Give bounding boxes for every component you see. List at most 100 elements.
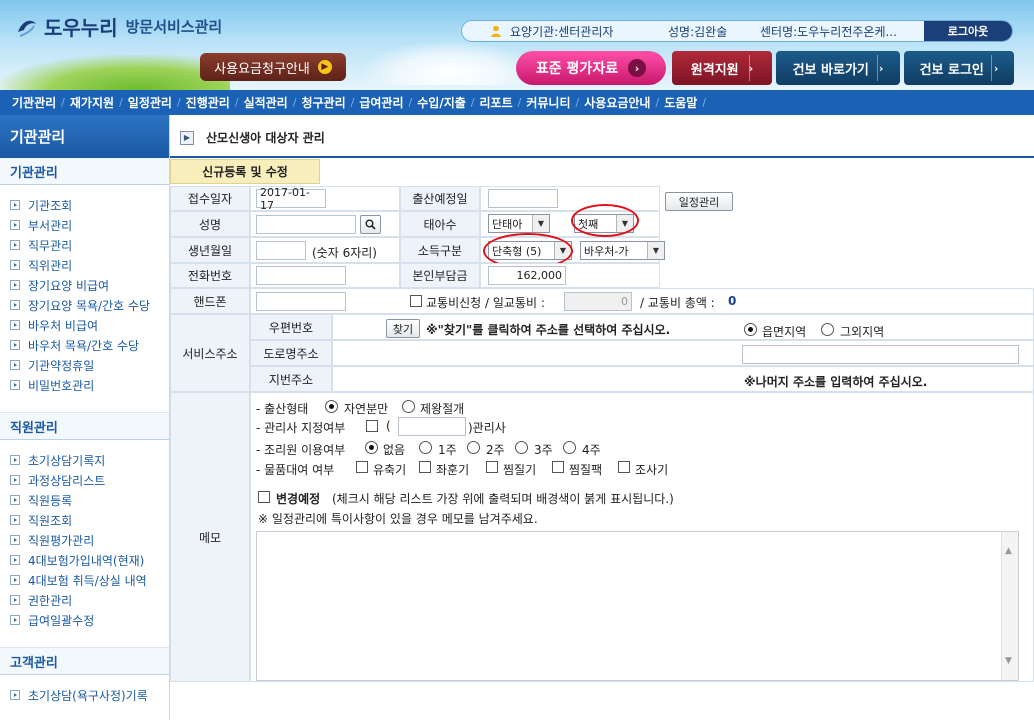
rental-sitzbath-checkbox[interactable] bbox=[419, 461, 431, 473]
nav-item-performance[interactable]: 실적관리 bbox=[244, 94, 288, 111]
bullet-arrow-icon bbox=[10, 200, 20, 210]
sidebar-item[interactable]: 바우처 비급여 bbox=[0, 315, 169, 335]
nav-item-schedule[interactable]: 일정관리 bbox=[128, 94, 172, 111]
sidebar-item[interactable]: 기관약정휴일 bbox=[0, 355, 169, 375]
rental-irradiator-checkbox[interactable] bbox=[618, 461, 630, 473]
bullet-arrow-icon bbox=[10, 380, 20, 390]
change-scheduled-hint: (체크시 해당 리스트 가장 위에 출력되며 배경색이 붉게 표시됩니다.) bbox=[332, 492, 674, 506]
income-class-label: 소득구분 bbox=[400, 237, 480, 263]
nav-item-payroll[interactable]: 급여관리 bbox=[359, 94, 403, 111]
mobile-input[interactable] bbox=[256, 292, 346, 311]
find-address-button[interactable]: 찾기 bbox=[386, 319, 420, 338]
sidebar-item[interactable]: 4대보험 취득/상실 내역 bbox=[0, 570, 169, 590]
sidebar-item[interactable]: 바우처 목욕/간호 수당 bbox=[0, 335, 169, 355]
change-scheduled-checkbox[interactable] bbox=[258, 491, 270, 503]
birth-csection-radio[interactable] bbox=[402, 400, 415, 413]
tab-register-edit[interactable]: 신규등록 및 수정 bbox=[170, 159, 320, 184]
logo[interactable]: 도우누리 방문서비스관리 bbox=[14, 12, 222, 41]
nav-item-fee-guide[interactable]: 사용요금안내 bbox=[584, 94, 650, 111]
receipt-date-input[interactable]: 2017-01-17 bbox=[256, 186, 326, 212]
fee-guide-button[interactable]: 사용요금청구안내 ▶ bbox=[200, 53, 346, 81]
birth-natural-label: 자연분만 bbox=[344, 402, 389, 416]
fetus-type-select[interactable]: 단태아 ▼ bbox=[488, 214, 550, 233]
user-name: 성명:김완술 bbox=[668, 24, 728, 39]
nav-item-billing[interactable]: 청구관리 bbox=[301, 94, 345, 111]
sidebar-section-header[interactable]: 고객관리 bbox=[0, 648, 169, 675]
chevron-down-icon: ▼ bbox=[532, 215, 549, 232]
birth-order-select[interactable]: 첫째 ▼ bbox=[574, 214, 634, 233]
sidebar-item[interactable]: 직원조회 bbox=[0, 510, 169, 530]
nhis-login-button[interactable]: 건보 로그인 › bbox=[904, 51, 1014, 85]
sidebar-item[interactable]: 장기요양 목욕/간호 수당 bbox=[0, 295, 169, 315]
detail-address-input[interactable] bbox=[742, 345, 1019, 364]
standard-evaluation-button[interactable]: 표준 평가자료 › bbox=[516, 51, 666, 85]
transport-checkbox[interactable] bbox=[410, 295, 422, 307]
sidebar-item[interactable]: 권한관리 bbox=[0, 590, 169, 610]
due-date-label: 출산예정일 bbox=[400, 186, 480, 211]
sidebar-section-header[interactable]: 직원관리 bbox=[0, 413, 169, 440]
memo-textarea[interactable]: ▲ ▼ bbox=[256, 531, 1019, 681]
rental-heater-checkbox[interactable] bbox=[486, 461, 498, 473]
scroll-up-icon: ▲ bbox=[1005, 546, 1012, 556]
sidebar-item[interactable]: 부서관리 bbox=[0, 215, 169, 235]
due-date-input[interactable] bbox=[488, 189, 558, 208]
nav-item-community[interactable]: 커뮤니티 bbox=[526, 94, 570, 111]
nav-item-home-support[interactable]: 재가지원 bbox=[70, 94, 114, 111]
sidebar-item[interactable]: 초기상담기록지 bbox=[0, 450, 169, 470]
sidebar-item[interactable]: 기관조회 bbox=[0, 195, 169, 215]
chevron-down-icon: ▼ bbox=[616, 215, 633, 232]
name-input[interactable] bbox=[256, 215, 356, 234]
region-town-radio[interactable] bbox=[744, 323, 757, 336]
bullet-arrow-icon bbox=[10, 535, 20, 545]
sidebar-item[interactable]: 4대보험가입내역(현재) bbox=[0, 550, 169, 570]
nhis-shortcut-button[interactable]: 건보 바로가기 › bbox=[776, 51, 900, 85]
nav-item-institution[interactable]: 기관관리 bbox=[12, 94, 56, 111]
search-button[interactable] bbox=[360, 215, 381, 234]
sidebar-item[interactable]: 과정상담리스트 bbox=[0, 470, 169, 490]
memo-scrollbar[interactable]: ▲ ▼ bbox=[1001, 532, 1018, 680]
sidebar-item[interactable]: 초기상담(욕구사정)기록 bbox=[0, 685, 169, 705]
manager-name-input[interactable] bbox=[398, 417, 466, 436]
birthdate-input[interactable] bbox=[256, 241, 306, 260]
name-label: 성명 bbox=[170, 211, 250, 237]
phone-input[interactable] bbox=[256, 266, 346, 285]
copay-input[interactable]: 162,000 bbox=[488, 266, 566, 285]
nav-item-help[interactable]: 도움말 bbox=[664, 94, 697, 111]
logout-button[interactable]: 로그아웃 bbox=[924, 21, 1012, 41]
income-type-select[interactable]: 단축형 (5) ▼ bbox=[488, 241, 572, 260]
sidebar-item[interactable]: 장기요양 비급여 bbox=[0, 275, 169, 295]
nav-item-income-expense[interactable]: 수입/지출 bbox=[417, 94, 466, 111]
nav-item-progress[interactable]: 진행관리 bbox=[186, 94, 230, 111]
remote-support-button[interactable]: 원격지원 › bbox=[672, 51, 772, 85]
rental-heatpack-checkbox[interactable] bbox=[552, 461, 564, 473]
sidebar-section-header[interactable]: 기관관리 bbox=[0, 158, 169, 185]
voucher-type-select[interactable]: 바우처-가 ▼ bbox=[580, 241, 665, 260]
care-3week-radio[interactable] bbox=[515, 441, 528, 454]
nhis-login-label: 건보 로그인 bbox=[919, 62, 984, 78]
care-none-radio[interactable] bbox=[365, 441, 378, 454]
sidebar-item[interactable]: 직무관리 bbox=[0, 235, 169, 255]
service-address-label: 서비스주소 bbox=[170, 314, 250, 392]
rental-pump-checkbox[interactable] bbox=[356, 461, 368, 473]
sidebar-item[interactable]: 직원등록 bbox=[0, 490, 169, 510]
sidebar-item[interactable]: 직위관리 bbox=[0, 255, 169, 275]
care-2week-radio[interactable] bbox=[467, 441, 480, 454]
region-other-radio[interactable] bbox=[821, 323, 834, 336]
sidebar-item[interactable]: 급여일괄수정 bbox=[0, 610, 169, 630]
care-4week-radio[interactable] bbox=[563, 441, 576, 454]
chevron-right-icon: › bbox=[628, 59, 647, 77]
sidebar-item[interactable]: 직원평가관리 bbox=[0, 530, 169, 550]
header-cloud-decoration bbox=[360, 40, 540, 85]
chevron-right-icon: › bbox=[878, 61, 884, 75]
bullet-arrow-icon bbox=[10, 690, 20, 700]
daily-transport-input[interactable]: 0 bbox=[564, 292, 632, 311]
birth-type-label: - 출산형태 bbox=[256, 402, 309, 416]
phone-label: 전화번호 bbox=[170, 263, 250, 288]
schedule-manage-button[interactable]: 일정관리 bbox=[665, 192, 733, 211]
care-1week-radio[interactable] bbox=[419, 441, 432, 454]
care-3week-label: 3주 bbox=[534, 443, 553, 457]
sidebar-item[interactable]: 비밀번호관리 bbox=[0, 375, 169, 395]
manager-assign-checkbox[interactable] bbox=[366, 420, 378, 432]
nav-item-report[interactable]: 리포트 bbox=[480, 94, 513, 111]
birth-natural-radio[interactable] bbox=[325, 400, 338, 413]
